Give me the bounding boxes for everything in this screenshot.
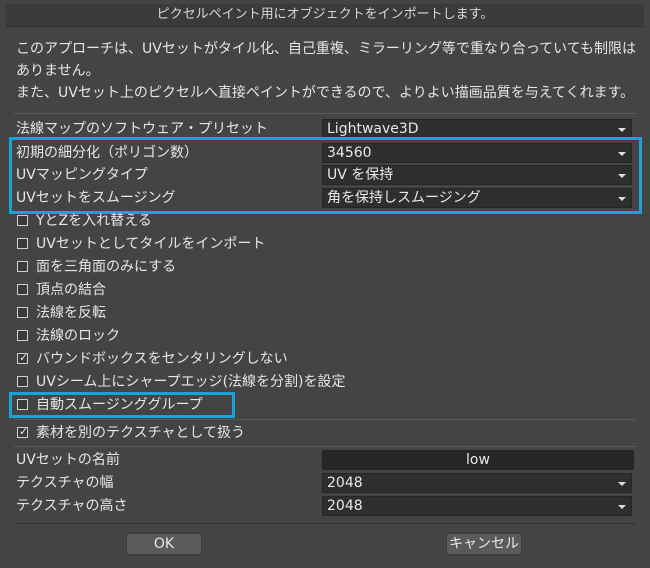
description-line-1: このアプローチは、UVセットがタイル化、自己重複、ミラーリング等で重なり合ってい… [16,41,637,57]
texture-width-value: 2048 [327,475,363,491]
checkbox-label: 面を三角面のみにする [36,259,177,275]
normal-map-preset-dropdown[interactable]: Lightwave3D [322,119,632,139]
divider [14,523,636,524]
uv-set-name-row: UVセットの名前 low [16,449,636,471]
checkmark-icon: ✓ [19,351,29,364]
checkbox-box[interactable] [17,238,28,249]
description-line-3: また、UVセット上のピクセルへ直接ペイントができるので、よりよい描画品質を与えて… [16,85,635,101]
texture-width-dropdown[interactable]: 2048 [322,473,632,493]
checkbox-box[interactable] [17,307,28,318]
uv-set-name-label: UVセットの名前 [16,452,120,468]
dialog-title: ピクセルペイント用にオブジェクトをインポートします。 [6,4,644,27]
description-line-2: ありません。 [16,63,100,79]
checkbox-box[interactable] [17,261,28,272]
cancel-button[interactable]: キャンセル [446,533,522,555]
checkbox-material-as-texture[interactable]: ✓ 素材を別のテクスチャとして扱う [16,422,636,444]
divider [14,419,636,420]
texture-height-row: テクスチャの高さ 2048 [16,495,636,517]
highlight-box-dropdowns [9,137,642,214]
checkbox-box[interactable] [17,376,28,387]
checkbox-box[interactable] [17,330,28,341]
texture-width-label: テクスチャの幅 [16,475,114,491]
texture-height-label: テクスチャの高さ [16,498,128,514]
checkbox-label: 素材を別のテクスチャとして扱う [36,425,246,441]
highlight-box-auto-smoothing [9,392,235,418]
uv-set-name-input[interactable]: low [322,450,634,470]
checkbox-box[interactable] [17,215,28,226]
checkbox-weld-vertices[interactable]: 頂点の結合 [16,279,636,301]
checkbox-swap-yz[interactable]: YとZを入れ替える [16,210,636,232]
description: このアプローチは、UVセットがタイル化、自己重複、ミラーリング等で重なり合ってい… [16,38,636,104]
checkmark-icon: ✓ [19,425,29,438]
checkbox-box[interactable]: ✓ [17,425,29,438]
checkbox-no-bbox-centering[interactable]: ✓ バウンドボックスをセンタリングしない [16,348,636,370]
checkbox-label: バウンドボックスをセンタリングしない [36,351,288,367]
checkbox-triangles-only[interactable]: 面を三角面のみにする [16,256,636,278]
texture-height-dropdown[interactable]: 2048 [322,496,632,516]
ok-button[interactable]: OK [126,533,202,555]
texture-height-value: 2048 [327,498,363,514]
checkbox-box[interactable] [17,284,28,295]
checkbox-import-tiles-as-uv[interactable]: UVセットとしてタイルをインポート [16,233,636,255]
checkbox-lock-normals[interactable]: 法線のロック [16,325,636,347]
checkbox-sharp-edges-uv-seams[interactable]: UVシーム上にシャープエッジ(法線を分割)を設定 [16,371,636,393]
import-dialog: ピクセルペイント用にオブジェクトをインポートします。 このアプローチは、UVセッ… [0,0,650,568]
chevron-down-icon [618,505,626,509]
checkbox-flip-normals[interactable]: 法線を反転 [16,302,636,324]
checkbox-label: UVシーム上にシャープエッジ(法線を分割)を設定 [36,374,346,390]
checkbox-box[interactable]: ✓ [17,351,29,364]
checkbox-label: 法線を反転 [36,305,106,321]
chevron-down-icon [618,482,626,486]
divider [14,446,636,447]
divider [14,113,636,114]
chevron-down-icon [618,128,626,132]
checkbox-label: YとZを入れ替える [36,213,152,229]
checkbox-label: 頂点の結合 [36,282,106,298]
texture-width-row: テクスチャの幅 2048 [16,472,636,494]
checkbox-label: UVセットとしてタイルをインポート [36,236,266,252]
checkbox-label: 法線のロック [36,328,120,344]
